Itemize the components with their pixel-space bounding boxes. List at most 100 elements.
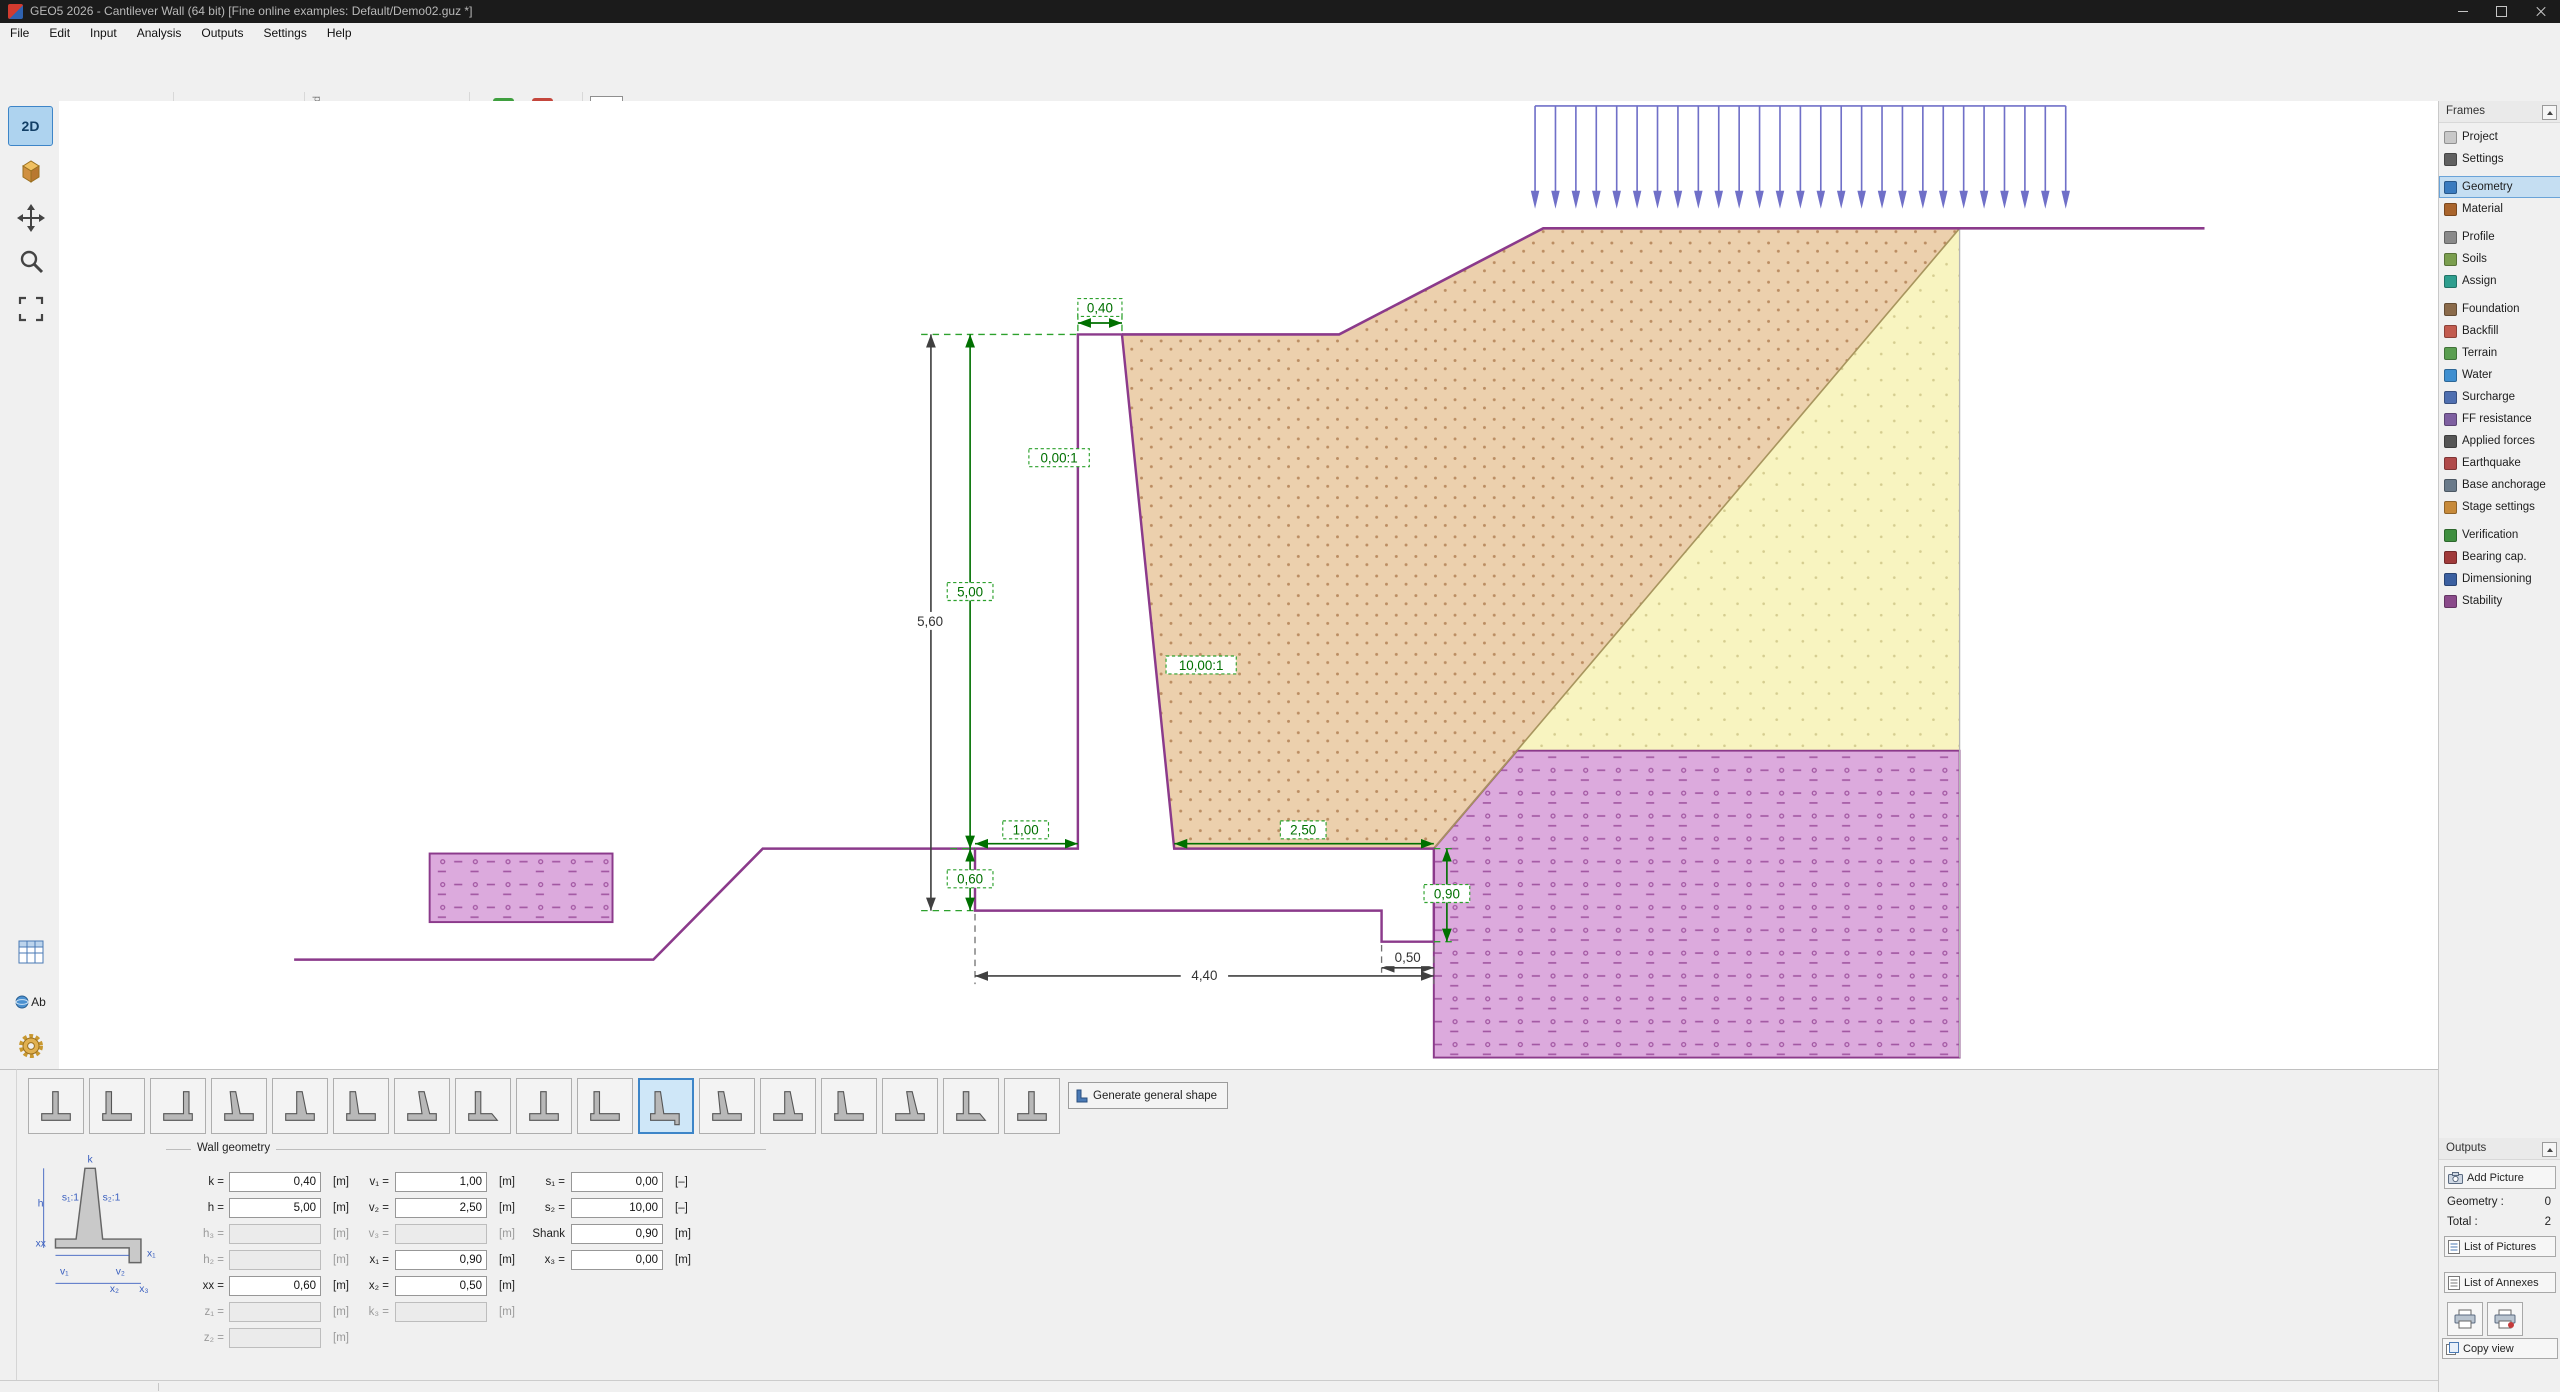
status-divider [158,1383,159,1391]
menu-file[interactable]: File [0,23,39,44]
ff-resistance-icon [2444,413,2457,426]
wall-type-11-button[interactable] [638,1078,694,1134]
menu-settings[interactable]: Settings [253,23,316,44]
dim-heel-length: 2,50 [1290,823,1316,838]
frames-item-bearing-cap[interactable]: Bearing cap. [2439,546,2560,568]
outputs-collapse-button[interactable] [2542,1142,2557,1157]
frames-item-ff-resistance[interactable]: FF resistance [2439,408,2560,430]
wall-type-4-button[interactable] [211,1078,267,1134]
frames-item-label: FF resistance [2462,413,2532,425]
frames-item-assign[interactable]: Assign [2439,270,2560,292]
frames-item-foundation[interactable]: Foundation [2439,298,2560,320]
wall-type-14-button[interactable] [821,1078,877,1134]
frames-item-settings[interactable]: Settings [2439,148,2560,170]
wall-type-7-button[interactable] [394,1078,450,1134]
wall-type-5-button[interactable] [272,1078,328,1134]
field-input-k[interactable] [229,1172,321,1192]
document-list-icon [2448,1240,2460,1254]
frames-item-profile[interactable]: Profile [2439,226,2560,248]
frames-item-terrain[interactable]: Terrain [2439,342,2560,364]
wall-type-1-icon [34,1084,78,1128]
field-input-s[interactable] [571,1198,663,1218]
frames-item-label: Terrain [2462,347,2497,359]
frames-item-material[interactable]: Material [2439,198,2560,220]
frames-item-stability[interactable]: Stability [2439,590,2560,612]
field-input-s[interactable] [571,1172,663,1192]
list-of-annexes-button[interactable]: List of Annexes [2444,1272,2556,1293]
field-input-h[interactable] [229,1198,321,1218]
view-2d-button[interactable]: 2D [8,106,53,146]
frames-item-backfill[interactable]: Backfill [2439,320,2560,342]
camera-icon [2448,1172,2463,1184]
wall-type-15-button[interactable] [882,1078,938,1134]
grid-settings-button[interactable] [8,932,53,972]
print-bw-button[interactable] [2487,1302,2523,1336]
wall-type-1-button[interactable] [28,1078,84,1134]
menu-edit[interactable]: Edit [39,23,80,44]
frames-item-surcharge[interactable]: Surcharge [2439,386,2560,408]
zoom-tool-button[interactable] [8,241,53,281]
frames-item-label: Stage settings [2462,501,2535,513]
wall-type-12-icon [705,1084,749,1128]
wall-type-6-button[interactable] [333,1078,389,1134]
frames-item-geometry[interactable]: Geometry [2439,176,2560,198]
frames-item-label: Earthquake [2462,457,2521,469]
outputs-total-value: 2 [2545,1216,2551,1228]
field-input-x[interactable] [395,1250,487,1270]
annotation-button[interactable]: Ab [8,982,53,1022]
field-input-xx[interactable] [229,1276,321,1296]
frames-item-water[interactable]: Water [2439,364,2560,386]
maximize-button[interactable] [2482,0,2521,23]
pan-tool-button[interactable] [8,198,53,238]
field-input-h [229,1224,321,1244]
frames-item-stage-settings[interactable]: Stage settings [2439,496,2560,518]
wall-type-3-button[interactable] [150,1078,206,1134]
menu-outputs[interactable]: Outputs [191,23,253,44]
minimize-button[interactable] [2443,0,2482,23]
pan-move-icon [17,204,45,232]
outputs-panel-title: Outputs [2446,1142,2486,1154]
frames-item-base-anchorage[interactable]: Base anchorage [2439,474,2560,496]
drawing-canvas[interactable]: 0,40 5,00 0,60 1,00 2,50 0,90 0,00:1 10,… [59,101,2438,1069]
wall-type-10-button[interactable] [577,1078,633,1134]
wall-type-2-button[interactable] [89,1078,145,1134]
frames-item-verification[interactable]: Verification [2439,524,2560,546]
frames-item-label: Stability [2462,595,2502,607]
list-of-pictures-button[interactable]: List of Pictures [2444,1236,2556,1257]
wall-type-8-button[interactable] [455,1078,511,1134]
options-button[interactable] [8,1026,53,1066]
menu-help[interactable]: Help [317,23,362,44]
wall-type-13-icon [766,1084,810,1128]
zoom-fit-button[interactable] [8,289,53,329]
status-bar [0,1380,2438,1392]
wall-type-16-button[interactable] [943,1078,999,1134]
field-label-z: z₂ = [136,1328,224,1348]
field-input-v[interactable] [395,1172,487,1192]
frames-item-applied-forces[interactable]: Applied forces [2439,430,2560,452]
frames-item-project[interactable]: Project [2439,126,2560,148]
view-3d-button[interactable] [8,151,53,191]
field-label-v: v₁ = [316,1172,389,1192]
field-input-shank[interactable] [571,1224,663,1244]
profile-icon [2444,231,2457,244]
wall-type-10-icon [583,1084,627,1128]
dim-crown-width: 0,40 [1087,300,1113,315]
field-input-x[interactable] [571,1250,663,1270]
wall-type-17-button[interactable] [1004,1078,1060,1134]
frames-item-soils[interactable]: Soils [2439,248,2560,270]
field-input-x[interactable] [395,1276,487,1296]
close-button[interactable] [2521,0,2560,23]
wall-type-9-button[interactable] [516,1078,572,1134]
menu-input[interactable]: Input [80,23,127,44]
frames-collapse-button[interactable] [2542,105,2557,120]
menu-analysis[interactable]: Analysis [127,23,192,44]
frames-item-earthquake[interactable]: Earthquake [2439,452,2560,474]
wall-type-12-button[interactable] [699,1078,755,1134]
add-picture-button[interactable]: Add Picture [2444,1166,2556,1189]
print-button[interactable] [2447,1302,2483,1336]
wall-type-13-button[interactable] [760,1078,816,1134]
generate-general-shape-button[interactable]: Generate general shape [1068,1082,1228,1109]
frames-item-dimensioning[interactable]: Dimensioning [2439,568,2560,590]
field-input-v[interactable] [395,1198,487,1218]
copy-view-button[interactable]: Copy view [2442,1338,2558,1359]
